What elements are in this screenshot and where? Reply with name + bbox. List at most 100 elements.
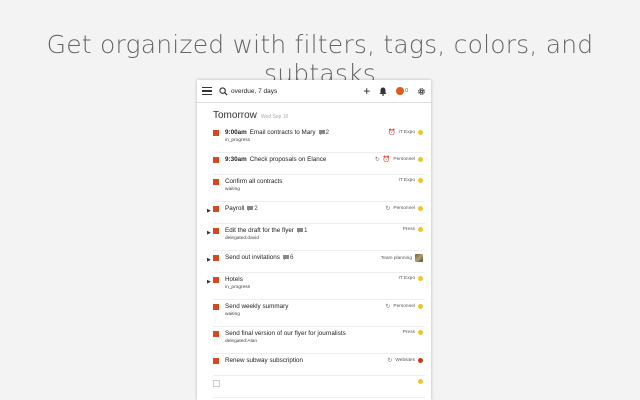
comments-indicator[interactable]: 1 — [296, 227, 308, 234]
project-color-dot — [418, 304, 423, 309]
task-checkbox[interactable] — [213, 358, 219, 364]
project-color-dot — [418, 227, 423, 232]
add-task-button[interactable]: + — [363, 85, 370, 97]
alarm-clock-icon: ⏰ — [388, 130, 396, 136]
project-label[interactable]: Personnel — [393, 304, 415, 309]
toolbar: + 0 — [197, 80, 431, 103]
avatar-count: 0 — [405, 88, 408, 94]
search-input[interactable] — [231, 87, 351, 95]
task-checkbox[interactable] — [213, 157, 219, 163]
project-color-dot — [418, 379, 423, 384]
task-row[interactable]: ▶ Hotels in_progress IT Expo — [207, 273, 425, 300]
task-checkbox[interactable] — [213, 304, 219, 310]
task-meta — [418, 379, 423, 384]
task-checkbox[interactable] — [213, 179, 219, 185]
task-row[interactable]: 9:00am Email contracts to Mary 2 in_progres… — [213, 126, 425, 153]
project-color-dot — [418, 178, 423, 183]
alarm-clock-icon: ⏰ — [382, 157, 391, 163]
assignee-avatar — [415, 254, 423, 262]
task-meta: Press — [403, 227, 423, 232]
comments-indicator[interactable]: 2 — [318, 129, 330, 136]
section-subtitle: Wed Sep 10 — [260, 114, 289, 120]
task-checkbox[interactable] — [213, 206, 219, 212]
task-row[interactable]: ▶ Payroll 2 ↻ Personnel — [207, 202, 425, 224]
task-title: Renew subway subscription — [225, 357, 304, 364]
expand-caret-icon[interactable]: ▶ — [207, 230, 211, 236]
user-menu[interactable]: 0 — [396, 87, 408, 95]
app-window: + 0 Tomorrow Wed Sep 10 9:00amEmail cont… — [197, 80, 431, 400]
task-status: waiting — [225, 187, 240, 192]
project-label[interactable]: Team planning — [381, 256, 412, 261]
task-row[interactable] — [213, 376, 425, 398]
section-title: Tomorrow — [213, 110, 257, 121]
task-row[interactable]: ▶ Send out invitations 6 Team planning — [207, 251, 425, 273]
task-meta: ↻ Websites — [387, 357, 423, 364]
task-title: Send out invitations — [225, 254, 280, 261]
task-meta: IT Expo — [399, 276, 423, 281]
task-checkbox[interactable] — [213, 255, 219, 261]
expand-caret-icon[interactable]: ▶ — [207, 279, 211, 285]
task-title: Hotels — [225, 276, 243, 283]
gear-icon[interactable] — [417, 87, 426, 96]
task-meta: ↻ Personnel — [385, 303, 423, 310]
project-label[interactable]: IT Expo — [399, 276, 415, 281]
project-color-dot — [418, 276, 423, 281]
task-checkbox[interactable] — [213, 380, 220, 387]
task-title-line: Confirm all contracts — [225, 178, 282, 185]
task-title: Send weekly summary — [225, 303, 289, 310]
task-title: Check proposals on Elance — [249, 156, 327, 163]
comments-indicator[interactable]: 2 — [247, 205, 258, 212]
task-row[interactable]: 9:30am Check proposals on Elance ↻ ⏰ Personn… — [213, 153, 425, 175]
project-color-dot — [418, 330, 423, 335]
expand-caret-icon[interactable]: ▶ — [207, 257, 211, 263]
task-title: Edit the draft for the flyer — [225, 227, 294, 234]
comment-icon — [318, 130, 325, 135]
project-color-dot — [418, 206, 423, 211]
project-label[interactable]: Press — [403, 330, 415, 335]
task-list: 9:00am Email contracts to Mary 2 in_progres… — [197, 126, 431, 398]
task-row[interactable]: ▶ Edit the draft for the flyer 1 delegated:… — [207, 224, 425, 251]
task-status: in_progress — [225, 138, 251, 143]
task-time: 9:00am — [225, 129, 247, 136]
project-label[interactable]: Personnel — [393, 206, 415, 211]
project-label[interactable]: Personnel — [393, 157, 415, 162]
project-color-dot — [418, 358, 423, 363]
hamburger-menu-icon[interactable] — [202, 87, 212, 95]
comment-count: 6 — [289, 254, 294, 261]
comment-count: 2 — [325, 129, 330, 136]
repeat-icon: ↻ — [385, 206, 391, 212]
bell-icon[interactable] — [379, 87, 387, 96]
task-row[interactable]: Renew subway subscription ↻ Websites — [213, 354, 425, 376]
comment-count: 1 — [303, 227, 308, 234]
task-title-line: Send out invitations 6 — [225, 254, 293, 261]
task-meta: Press — [403, 330, 423, 335]
project-label[interactable]: Websites — [395, 358, 415, 363]
task-title: Confirm all contracts — [225, 178, 283, 185]
avatar — [396, 87, 405, 95]
task-row[interactable]: Send final version of our flyer for jour… — [213, 327, 425, 354]
task-meta: ↻ Personnel — [385, 205, 423, 212]
task-checkbox[interactable] — [213, 277, 219, 283]
task-title-line: Edit the draft for the flyer 1 — [225, 227, 307, 234]
task-checkbox[interactable] — [213, 228, 219, 234]
task-status: in_progress — [225, 285, 251, 290]
project-label[interactable]: IT Expo — [399, 130, 415, 135]
project-color-dot — [418, 130, 423, 135]
comment-icon — [282, 255, 289, 260]
task-checkbox[interactable] — [213, 130, 219, 136]
task-checkbox[interactable] — [213, 331, 219, 337]
comment-icon — [247, 206, 254, 211]
task-time: 9:30am — [225, 156, 247, 163]
repeat-icon: ↻ — [374, 157, 380, 163]
comment-count: 2 — [254, 205, 258, 212]
task-row[interactable]: Confirm all contracts waiting IT Expo — [213, 175, 425, 202]
expand-caret-icon[interactable]: ▶ — [207, 208, 211, 214]
task-status: delegated:david — [225, 236, 259, 241]
task-title-line: 9:00am Email contracts to Mary 2 — [225, 129, 329, 136]
task-title-line: Send weekly summary — [225, 303, 288, 310]
task-title-line: 9:30am Check proposals on Elance — [225, 156, 326, 163]
project-label[interactable]: Press — [403, 227, 415, 232]
task-row[interactable]: Send weekly summary waiting ↻ Personnel — [213, 300, 425, 327]
comments-indicator[interactable]: 6 — [282, 254, 294, 261]
project-label[interactable]: IT Expo — [399, 178, 415, 183]
